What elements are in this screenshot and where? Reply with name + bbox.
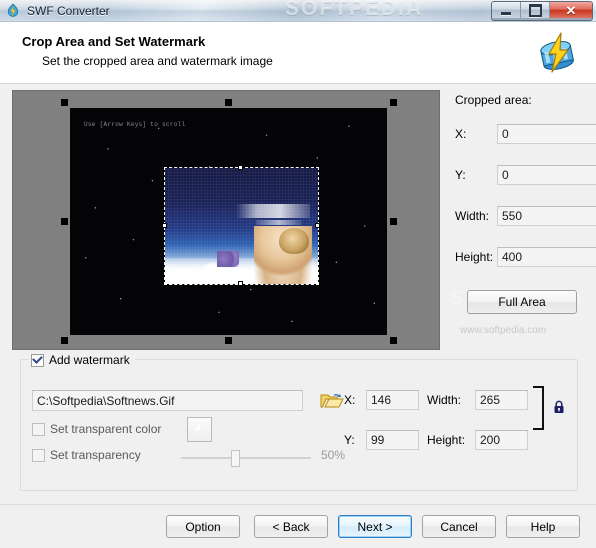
- crop-y-input[interactable]: [497, 164, 596, 185]
- crop-height-label: Height:: [455, 249, 494, 264]
- set-transparent-color-checkbox[interactable]: Set transparent color: [32, 422, 161, 436]
- watermark-width-row: Width:: [427, 390, 528, 410]
- watermark-handle-e[interactable]: [315, 223, 320, 228]
- preview-pane[interactable]: Use [Arrow Keys] to scroll: [12, 90, 440, 350]
- add-watermark-checkbox[interactable]: Add watermark: [29, 352, 135, 368]
- wizard-header: Crop Area and Set Watermark Set the crop…: [0, 22, 596, 84]
- watermark-groupbox: Add watermark Set transparent color: [20, 352, 578, 491]
- cropped-area-label: Cropped area:: [455, 93, 532, 107]
- set-transparent-color-label: Set transparent color: [50, 422, 162, 436]
- transparency-slider-thumb[interactable]: [231, 450, 240, 467]
- close-button[interactable]: ✕: [550, 2, 592, 18]
- watermark-flower: [217, 251, 239, 267]
- watermark-height-row: Height:: [427, 430, 528, 450]
- crop-handle-sw[interactable]: [61, 337, 68, 344]
- stage-hint-text: Use [Arrow Keys] to scroll: [84, 121, 186, 128]
- page-subtitle: Set the cropped area and watermark image: [42, 54, 273, 68]
- watermark-x-row: X:: [344, 390, 419, 410]
- add-watermark-checkbox-box[interactable]: [31, 353, 44, 367]
- crop-height-input[interactable]: [497, 246, 596, 267]
- aspect-ratio-bracket: [533, 386, 544, 430]
- crop-width-input[interactable]: [497, 205, 596, 226]
- watermark-y-label: Y:: [344, 433, 355, 447]
- window-title: SWF Converter: [27, 3, 110, 18]
- watermark-handle-n[interactable]: [238, 165, 243, 170]
- watermark-handle-s[interactable]: [238, 281, 243, 286]
- crop-x-input[interactable]: [497, 123, 596, 144]
- set-transparent-color-checkbox-box[interactable]: [32, 422, 45, 436]
- back-button[interactable]: < Back: [254, 515, 328, 538]
- lock-icon[interactable]: [553, 400, 565, 414]
- watermark-path-input[interactable]: [32, 390, 303, 411]
- browse-button[interactable]: [318, 390, 346, 412]
- cropped-area-panel: SOFTPEDIA www.softpedia.com Cropped area…: [450, 90, 596, 350]
- watermark-width-input[interactable]: [475, 390, 528, 410]
- watermark-y-input[interactable]: [366, 430, 419, 450]
- minimize-button[interactable]: [492, 2, 521, 18]
- set-transparency-checkbox[interactable]: Set transparency: [32, 448, 141, 462]
- watermark-x-input[interactable]: [366, 390, 419, 410]
- full-area-button[interactable]: Full Area: [467, 290, 577, 314]
- crop-handle-ne[interactable]: [390, 99, 397, 106]
- watermark-width-label: Width:: [427, 393, 462, 407]
- transparency-value-label: 50%: [321, 448, 346, 462]
- cancel-button[interactable]: Cancel: [422, 515, 496, 538]
- transparency-slider[interactable]: [181, 448, 311, 468]
- watermark-y-row: Y:: [344, 430, 419, 450]
- wizard-content: Use [Arrow Keys] to scroll www.softpedia…: [0, 84, 596, 547]
- watermark-logo-subtext: [256, 220, 302, 225]
- crop-width-label: Width:: [455, 208, 490, 223]
- window-controls: ✕: [491, 1, 593, 21]
- maximize-icon: [528, 3, 542, 17]
- watermark-logo-text: [236, 204, 310, 218]
- dialog-button-bar: Option < Back Next > Cancel Help: [0, 504, 596, 548]
- crop-width-row: Width:: [455, 205, 596, 226]
- crop-x-row: X:: [455, 123, 596, 144]
- crop-handle-w[interactable]: [61, 218, 68, 225]
- set-transparency-label: Set transparency: [50, 448, 141, 462]
- crop-handle-e[interactable]: [390, 218, 397, 225]
- crop-height-row: Height:: [455, 246, 596, 267]
- titlebar-softpedia-watermark: SOFTPEDIA: [285, 0, 424, 20]
- crop-handle-n[interactable]: [225, 99, 232, 106]
- swf-converter-logo-icon: [534, 30, 580, 76]
- set-transparency-checkbox-box[interactable]: [32, 448, 45, 462]
- next-button[interactable]: Next >: [338, 515, 412, 538]
- transparent-color-swatch-button[interactable]: [187, 417, 212, 442]
- swf-app-icon: [5, 2, 21, 19]
- watermark-selection-overlay[interactable]: [164, 167, 319, 285]
- title-bar: SOFTPEDIA SWF Converter ✕: [0, 0, 596, 22]
- preview-stage[interactable]: Use [Arrow Keys] to scroll: [70, 108, 387, 335]
- watermark-handle-w[interactable]: [162, 223, 167, 228]
- swf-converter-window: SOFTPEDIA SWF Converter ✕ Crop Area and …: [0, 0, 596, 548]
- watermark-x-label: X:: [344, 393, 356, 407]
- crop-y-label: Y:: [455, 167, 466, 182]
- crop-handle-nw[interactable]: [61, 99, 68, 106]
- page-title: Crop Area and Set Watermark: [22, 34, 206, 49]
- softpedia-watermark-url: www.softpedia.com: [460, 325, 547, 336]
- open-folder-icon: [320, 394, 344, 413]
- watermark-figure-hair: [279, 228, 309, 254]
- crop-handle-se[interactable]: [390, 337, 397, 344]
- crop-selection[interactable]: Use [Arrow Keys] to scroll: [64, 102, 393, 341]
- crop-handle-s[interactable]: [225, 337, 232, 344]
- crop-y-row: Y:: [455, 164, 596, 185]
- close-icon: ✕: [565, 2, 577, 18]
- watermark-height-label: Height:: [427, 433, 466, 447]
- watermark-height-input[interactable]: [475, 430, 528, 450]
- crop-x-label: X:: [455, 126, 467, 141]
- minimize-icon: [501, 11, 511, 15]
- add-watermark-label: Add watermark: [49, 353, 130, 367]
- maximize-button[interactable]: [521, 2, 550, 18]
- transparency-slider-track: [181, 457, 311, 459]
- help-button[interactable]: Help: [506, 515, 580, 538]
- option-button[interactable]: Option: [166, 515, 240, 538]
